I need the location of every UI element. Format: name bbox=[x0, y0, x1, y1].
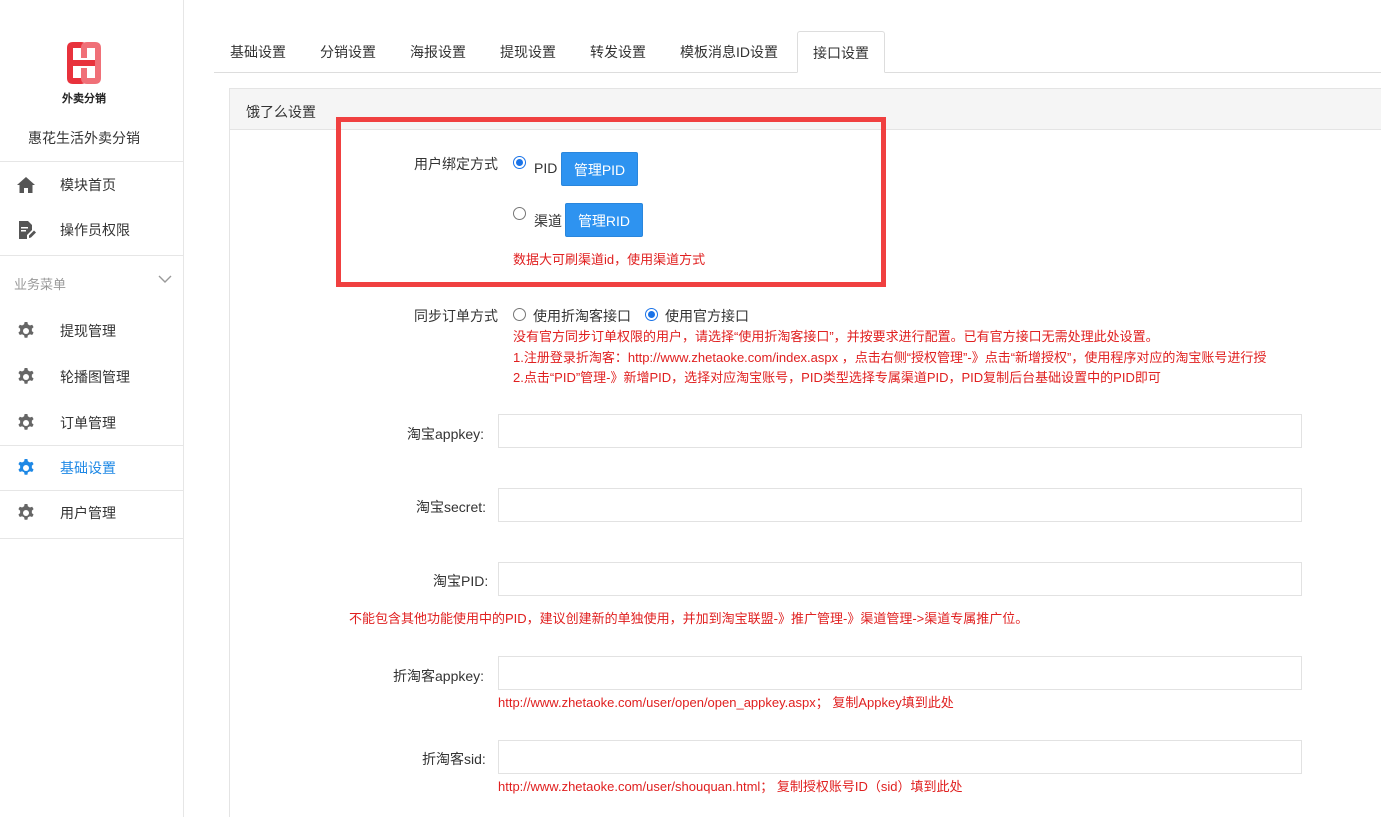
manage-pid-button[interactable]: 管理PID bbox=[561, 152, 638, 186]
taobao-pid-label: 淘宝PID: bbox=[433, 573, 489, 589]
sidebar-item-withdraw-management[interactable]: 提现管理 bbox=[0, 308, 184, 353]
tab-basic-settings[interactable]: 基础设置 bbox=[214, 31, 302, 73]
chevron-down-icon[interactable] bbox=[158, 272, 172, 286]
tab-distribution-settings[interactable]: 分销设置 bbox=[304, 31, 392, 73]
sidebar-item-operator-permissions[interactable]: 操作员权限 bbox=[0, 207, 184, 252]
sidebar-item-label: 订单管理 bbox=[60, 414, 116, 431]
zhetaoke-sid-label: 折淘客sid: bbox=[422, 751, 486, 767]
gear-icon bbox=[18, 322, 34, 338]
tab-forward-settings[interactable]: 转发设置 bbox=[574, 31, 662, 73]
taobao-secret-input[interactable] bbox=[498, 488, 1302, 522]
taobao-appkey-label: 淘宝appkey: bbox=[407, 426, 485, 442]
sidebar-item-label: 提现管理 bbox=[60, 322, 116, 339]
gear-icon bbox=[18, 504, 34, 520]
tab-withdraw-settings[interactable]: 提现设置 bbox=[484, 31, 572, 73]
logo-caption: 外卖分销 bbox=[62, 93, 106, 105]
sidebar-item-basic-settings[interactable]: 基础设置 bbox=[0, 445, 184, 490]
manage-rid-button[interactable]: 管理RID bbox=[565, 203, 643, 237]
bind-mode-channel-label: 渠道 bbox=[534, 213, 562, 229]
tab-template-message-settings[interactable]: 模板消息ID设置 bbox=[666, 31, 792, 73]
sidebar-divider bbox=[0, 255, 184, 256]
tab-api-settings[interactable]: 接口设置 bbox=[797, 31, 885, 73]
document-edit-icon bbox=[19, 221, 36, 239]
sidebar-item-user-management[interactable]: 用户管理 bbox=[0, 490, 184, 535]
zhetaoke-appkey-label: 折淘客appkey: bbox=[393, 668, 485, 684]
sync-official-radio[interactable] bbox=[645, 308, 658, 321]
panel-header: 饿了么设置 bbox=[230, 89, 1381, 130]
gear-icon bbox=[18, 414, 34, 430]
gear-icon bbox=[18, 459, 34, 475]
sync-zhetaoke-label: 使用折淘客接口 bbox=[533, 308, 631, 324]
sync-official-label: 使用官方接口 bbox=[665, 308, 749, 324]
sidebar-item-module-home[interactable]: 模块首页 bbox=[0, 162, 184, 207]
sidebar-section-label: 业务菜单 bbox=[14, 277, 67, 292]
settings-tabs: 基础设置 分销设置 海报设置 提现设置 转发设置 模板消息ID设置 接口设置 bbox=[214, 31, 1381, 73]
bind-mode-label: 用户绑定方式 bbox=[414, 156, 498, 172]
sync-note-1: 没有官方同步订单权限的用户，请选择“使用折淘客接口”，并按要求进行配置。已有官方… bbox=[513, 329, 1159, 344]
sync-zhetaoke-radio[interactable] bbox=[513, 308, 526, 321]
sync-note-3: 2.点击“PID”管理-》新增PID，选择对应淘宝账号，PID类型选择专属渠道P… bbox=[513, 370, 1161, 385]
sidebar-item-label: 用户管理 bbox=[60, 504, 116, 521]
logo-area: 外卖分销 惠花生活外卖分销 bbox=[0, 0, 184, 162]
taobao-appkey-input[interactable] bbox=[498, 414, 1302, 448]
home-icon bbox=[17, 177, 35, 193]
site-name: 惠花生活外卖分销 bbox=[28, 130, 140, 146]
sync-note-2: 1.注册登录折淘客：http://www.zhetaoke.com/index.… bbox=[513, 350, 1267, 365]
sidebar-item-label: 轮播图管理 bbox=[60, 368, 130, 385]
sidebar-item-label: 基础设置 bbox=[60, 459, 116, 476]
sidebar-item-order-management[interactable]: 订单管理 bbox=[0, 400, 184, 445]
sidebar-item-label: 操作员权限 bbox=[60, 221, 130, 238]
taobao-secret-label: 淘宝secret: bbox=[416, 499, 487, 515]
taobao-pid-note: 不能包含其他功能使用中的PID，建议创建新的单独使用，并加到淘宝联盟-》推广管理… bbox=[349, 611, 1029, 626]
sidebar-item-label: 模块首页 bbox=[60, 176, 116, 193]
zhetaoke-appkey-input[interactable] bbox=[498, 656, 1302, 690]
sidebar: 外卖分销 惠花生活外卖分销 模块首页 操作员权限 业务菜单 提现管理 轮播图管理… bbox=[0, 0, 184, 817]
zhetaoke-sid-input[interactable] bbox=[498, 740, 1302, 774]
zhetaoke-appkey-note: http://www.zhetaoke.com/user/open/open_a… bbox=[498, 695, 954, 710]
bind-mode-pid-radio[interactable] bbox=[513, 156, 526, 169]
panel-title: 饿了么设置 bbox=[246, 104, 316, 120]
zhetaoke-sid-note: http://www.zhetaoke.com/user/shouquan.ht… bbox=[498, 779, 963, 794]
sync-mode-label: 同步订单方式 bbox=[414, 308, 498, 324]
tab-poster-settings[interactable]: 海报设置 bbox=[394, 31, 482, 73]
taobao-pid-input[interactable] bbox=[498, 562, 1302, 596]
logo-icon bbox=[67, 42, 101, 84]
sidebar-item-carousel-management[interactable]: 轮播图管理 bbox=[0, 354, 184, 399]
gear-icon bbox=[18, 368, 34, 384]
sidebar-divider bbox=[0, 538, 184, 539]
bind-mode-note: 数据大可刷渠道id，使用渠道方式 bbox=[513, 252, 706, 267]
bind-mode-pid-label: PID bbox=[534, 160, 558, 176]
bind-mode-channel-radio[interactable] bbox=[513, 207, 526, 220]
